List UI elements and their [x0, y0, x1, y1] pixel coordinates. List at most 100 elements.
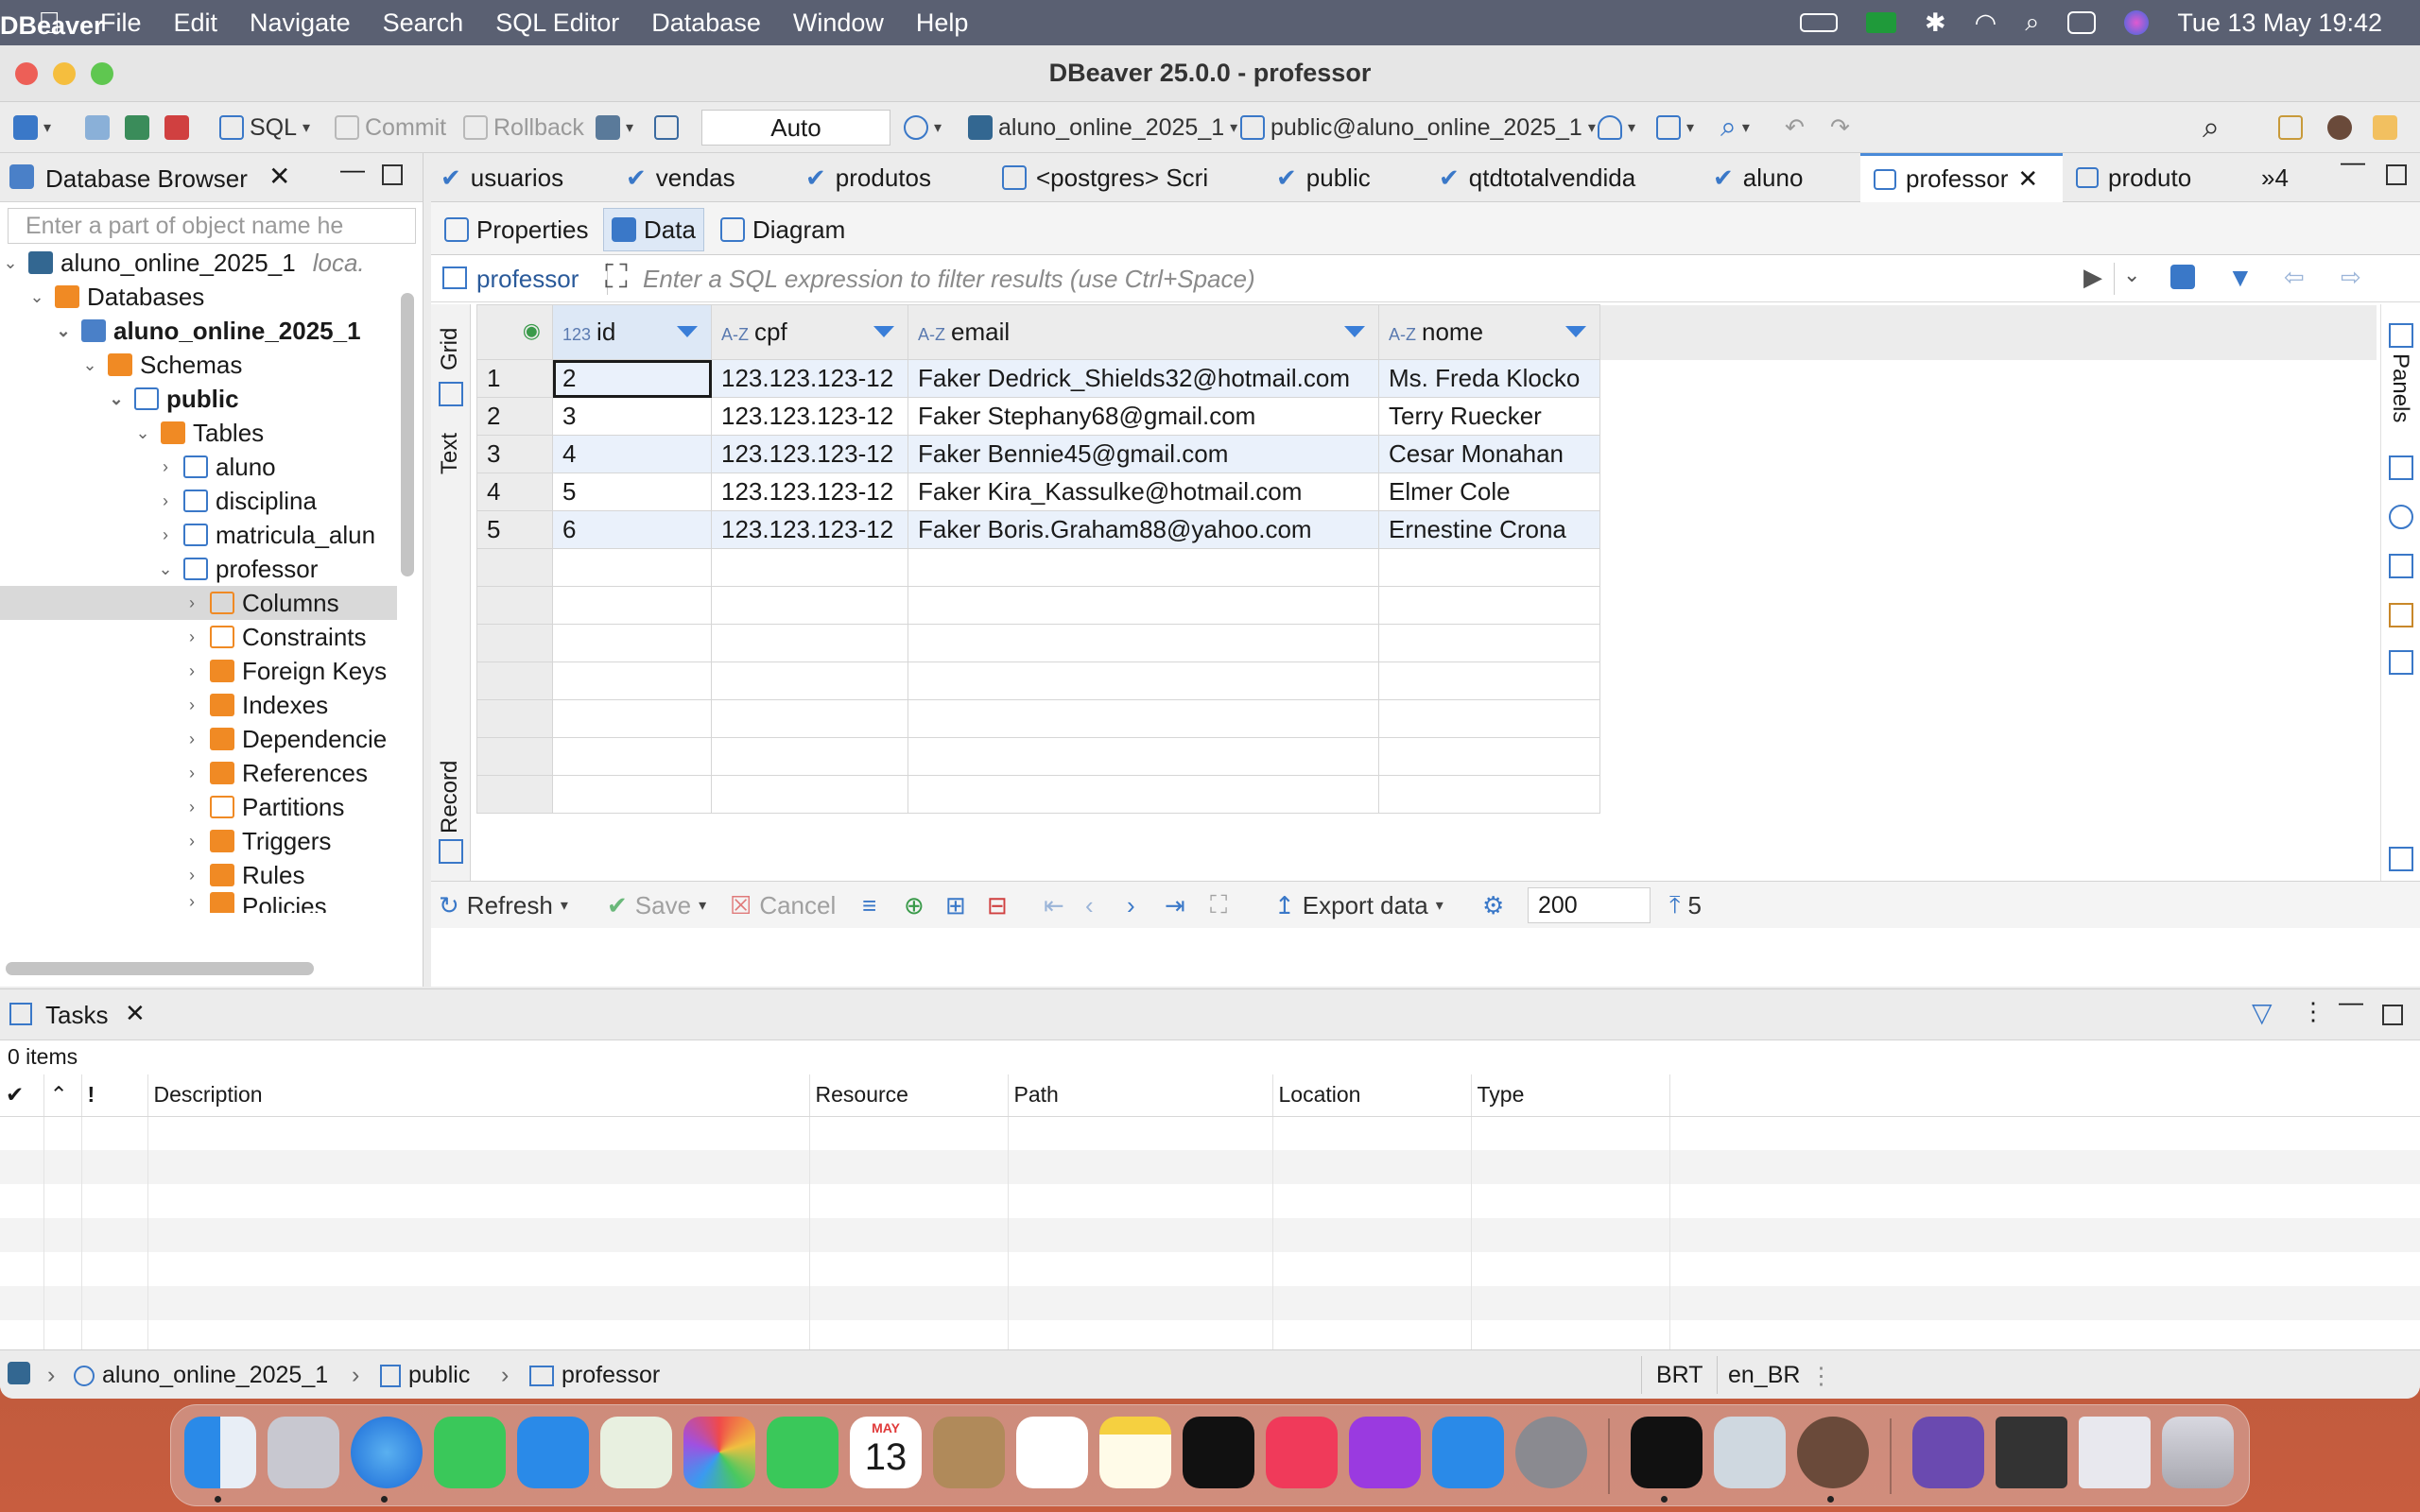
table-row[interactable]: 2 3 123.123.123-12 Faker Stephany68@gmai…: [476, 397, 2377, 436]
tab-aluno[interactable]: ✔ aluno: [1713, 153, 1803, 202]
cell-cpf[interactable]: 123.123.123-12: [711, 435, 908, 473]
cell-nome[interactable]: Terry Ruecker: [1378, 397, 1600, 436]
expand-filter-icon[interactable]: ⛶: [605, 259, 628, 296]
column-header-nome[interactable]: A-Z nome: [1378, 304, 1600, 360]
filter-funnel-icon[interactable]: ▼: [2227, 263, 2254, 293]
cell-id[interactable]: 3: [552, 397, 712, 436]
row-number[interactable]: 4: [476, 472, 553, 511]
row-number-header[interactable]: ◉: [476, 304, 553, 360]
minimize-panel-button[interactable]: —: [340, 155, 365, 184]
flag-icon[interactable]: [1866, 12, 1897, 33]
view-menu-icon[interactable]: ⋮: [2301, 997, 2325, 1026]
cell-nome[interactable]: Ms. Freda Klocko: [1378, 359, 1600, 398]
minimize-panel-button[interactable]: —: [2339, 988, 2363, 1017]
panels-label[interactable]: Panels: [2387, 353, 2413, 422]
menu-help[interactable]: Help: [916, 9, 969, 38]
location-column-header[interactable]: Location: [1272, 1074, 1472, 1117]
cell-cpf[interactable]: 123.123.123-12: [711, 472, 908, 511]
cell-cpf[interactable]: 123.123.123-12: [711, 359, 908, 398]
active-schema-selector[interactable]: public@aluno_online_2025_1 ▾: [1240, 112, 1596, 144]
description-column-header[interactable]: Description: [147, 1074, 810, 1117]
close-icon[interactable]: ✕: [268, 161, 290, 192]
github-desktop-icon[interactable]: [1912, 1417, 1984, 1488]
navigate-forward-button[interactable]: ↷: [1830, 112, 1850, 144]
safari-icon[interactable]: [351, 1417, 423, 1488]
disconnect-button[interactable]: [164, 112, 189, 144]
minimize-editor-button[interactable]: —: [2341, 147, 2365, 177]
row-number[interactable]: 1: [476, 359, 553, 398]
mail-icon[interactable]: [517, 1417, 589, 1488]
menu-navigate[interactable]: Navigate: [250, 9, 351, 38]
tab-diagram[interactable]: Diagram: [713, 208, 853, 251]
fetch-all-button[interactable]: ⛶: [1210, 889, 1227, 921]
cell-nome[interactable]: Ernestine Crona: [1378, 510, 1600, 549]
tab-vendas[interactable]: ✔ vendas: [626, 153, 735, 202]
resource-column-header[interactable]: Resource: [809, 1074, 1009, 1117]
fetch-size-input[interactable]: 200: [1528, 887, 1651, 923]
reminders-icon[interactable]: [1016, 1417, 1088, 1488]
tab-qtdtotalvendida[interactable]: ✔ qtdtotalvendida: [1439, 153, 1635, 202]
sort-dropdown-icon[interactable]: [1565, 326, 1586, 337]
tree-node-connection[interactable]: ⌄ aluno_online_2025_1 loca.: [0, 246, 416, 280]
column-header-email[interactable]: A-Z email: [908, 304, 1379, 360]
table-row[interactable]: 4 5 123.123.123-12 Faker Kira_Kassulke@h…: [476, 472, 2377, 511]
cell-email[interactable]: Faker Kira_Kassulke@hotmail.com: [908, 472, 1379, 511]
podcasts-icon[interactable]: [1349, 1417, 1421, 1488]
completed-column-header[interactable]: ✔: [0, 1074, 44, 1117]
menubar-clock[interactable]: Tue 13 May 19:42: [2177, 9, 2382, 38]
active-datasource-selector[interactable]: aluno_online_2025_1 ▾: [968, 112, 1237, 144]
tasks-title[interactable]: Tasks: [45, 1001, 108, 1030]
cancel-button[interactable]: ☒ Cancel: [730, 889, 836, 921]
tree-vertical-scrollbar[interactable]: [401, 293, 414, 576]
tree-node-columns[interactable]: › Columns: [0, 586, 397, 620]
apple-tv-icon[interactable]: [1183, 1417, 1254, 1488]
calendar-icon[interactable]: MAY 13: [850, 1417, 922, 1488]
add-row-button[interactable]: ⊕: [904, 889, 925, 921]
filter-expression-input[interactable]: Enter a SQL expression to filter results…: [643, 265, 1255, 294]
reconnect-button[interactable]: [125, 112, 149, 144]
value-viewer-icon[interactable]: [2389, 455, 2413, 480]
cell-cpf[interactable]: 123.123.123-12: [711, 510, 908, 549]
next-page-button[interactable]: ›: [1127, 889, 1135, 921]
grid-icon[interactable]: [439, 382, 463, 406]
priority-column-header[interactable]: !: [81, 1074, 148, 1117]
rollback-button[interactable]: Rollback: [463, 112, 584, 144]
column-header-id[interactable]: 123 id: [552, 304, 712, 360]
menu-sql-editor[interactable]: SQL Editor: [495, 9, 619, 38]
tab-properties[interactable]: Properties: [437, 208, 596, 251]
new-connection-button[interactable]: ▾: [13, 112, 51, 144]
back-arrow-icon[interactable]: ⇦: [2284, 263, 2305, 292]
apply-filter-icon[interactable]: ▶: [2083, 263, 2102, 292]
search-toolbar-button[interactable]: ⌕ ▾: [1720, 112, 1750, 144]
breadcrumb-table[interactable]: professor: [529, 1362, 660, 1389]
filter-funnel-icon[interactable]: ▽: [2252, 997, 2273, 1028]
layout-icon[interactable]: [2389, 847, 2413, 871]
tab-overflow[interactable]: »4: [2261, 153, 2289, 202]
cell-id[interactable]: 5: [552, 472, 712, 511]
delete-row-button[interactable]: ⊟: [987, 889, 1008, 921]
references-icon[interactable]: [2389, 505, 2413, 529]
notes-icon[interactable]: [1099, 1417, 1171, 1488]
photos-icon[interactable]: [683, 1417, 755, 1488]
close-icon[interactable]: ✕: [2017, 164, 2038, 194]
lock-button[interactable]: [654, 112, 679, 144]
database-browser-title[interactable]: Database Browser: [45, 164, 248, 194]
contacts-icon[interactable]: [933, 1417, 1005, 1488]
cell-id[interactable]: 4: [552, 435, 712, 473]
tab-produto[interactable]: produto: [2076, 153, 2191, 202]
breadcrumb-schema[interactable]: public: [380, 1362, 470, 1389]
finder-icon[interactable]: [184, 1417, 256, 1488]
edit-row-button[interactable]: ≡: [862, 889, 876, 921]
row-count-button[interactable]: ⤒ 5: [1669, 889, 1702, 921]
history-button[interactable]: ▾: [904, 112, 942, 144]
side-tab-text[interactable]: Text: [437, 433, 463, 474]
wifi-icon[interactable]: ◠: [1975, 9, 1997, 38]
bluetooth-icon[interactable]: ✱: [1925, 9, 1946, 38]
tab-public[interactable]: ✔ public: [1276, 153, 1371, 202]
database-perspective-button[interactable]: [2373, 112, 2397, 144]
tree-horizontal-scrollbar[interactable]: [6, 962, 314, 975]
trash-icon[interactable]: [2162, 1417, 2234, 1488]
status-menu-icon[interactable]: ⋮: [1809, 1362, 1833, 1390]
maximize-panel-button[interactable]: [2382, 1005, 2403, 1025]
cell-email[interactable]: Faker Stephany68@gmail.com: [908, 397, 1379, 436]
